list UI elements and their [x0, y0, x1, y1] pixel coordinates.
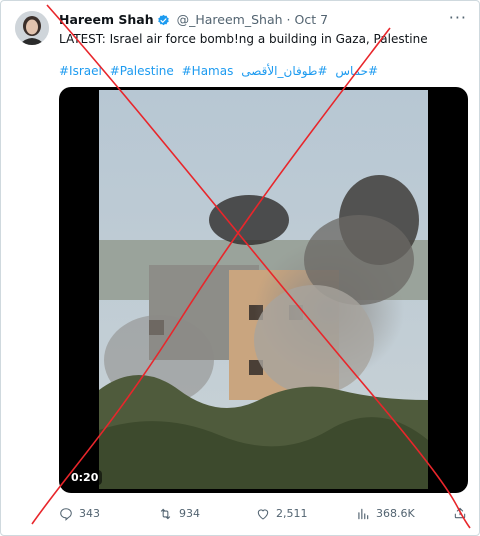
- reply-icon: [60, 508, 72, 521]
- action-bar: 343 934 2,511 368.6K: [59, 506, 467, 526]
- like-button[interactable]: 2,511: [256, 506, 308, 522]
- more-options-icon[interactable]: ···: [449, 10, 467, 26]
- hashtag-link[interactable]: #حماس: [335, 64, 378, 78]
- header-separator: ·: [286, 12, 291, 27]
- video-timestamp: 0:20: [67, 470, 103, 485]
- author-handle[interactable]: @_Hareem_Shah: [177, 12, 283, 27]
- like-icon: [257, 509, 269, 520]
- repost-icon: [160, 508, 171, 520]
- hashtag-link[interactable]: #Palestine: [110, 64, 174, 78]
- avatar-image: [15, 11, 49, 45]
- tweet-text: LATEST: Israel air force bomb!ng a build…: [59, 32, 428, 46]
- reply-button[interactable]: 343: [59, 506, 100, 522]
- tweet-date[interactable]: Oct 7: [295, 12, 329, 27]
- hashtags: #Israel #Palestine #Hamas #طوفان_الأقصى …: [59, 63, 467, 79]
- reply-count: 343: [79, 507, 100, 520]
- hashtag-link[interactable]: #طوفان_الأقصى: [241, 64, 327, 78]
- verified-badge-icon: [157, 14, 170, 31]
- share-button[interactable]: [453, 506, 467, 520]
- views-icon: [358, 508, 369, 520]
- video-player[interactable]: 0:20: [59, 87, 468, 493]
- like-count: 2,511: [276, 507, 308, 520]
- author-name[interactable]: Hareem Shah: [59, 12, 154, 27]
- tweet-card[interactable]: Hareem Shah @_Hareem_Shah · Oct 7 ··· LA…: [0, 0, 480, 536]
- video-frame-image: [99, 90, 428, 489]
- views-button[interactable]: 368.6K: [356, 506, 415, 522]
- hashtag-link[interactable]: #Hamas: [182, 64, 234, 78]
- avatar[interactable]: [15, 11, 49, 45]
- repost-button[interactable]: 934: [158, 506, 200, 522]
- view-count: 368.6K: [376, 507, 415, 520]
- share-icon: [454, 507, 466, 519]
- tweet-header: Hareem Shah @_Hareem_Shah · Oct 7: [59, 12, 439, 31]
- repost-count: 934: [179, 507, 200, 520]
- hashtag-link[interactable]: #Israel: [59, 64, 102, 78]
